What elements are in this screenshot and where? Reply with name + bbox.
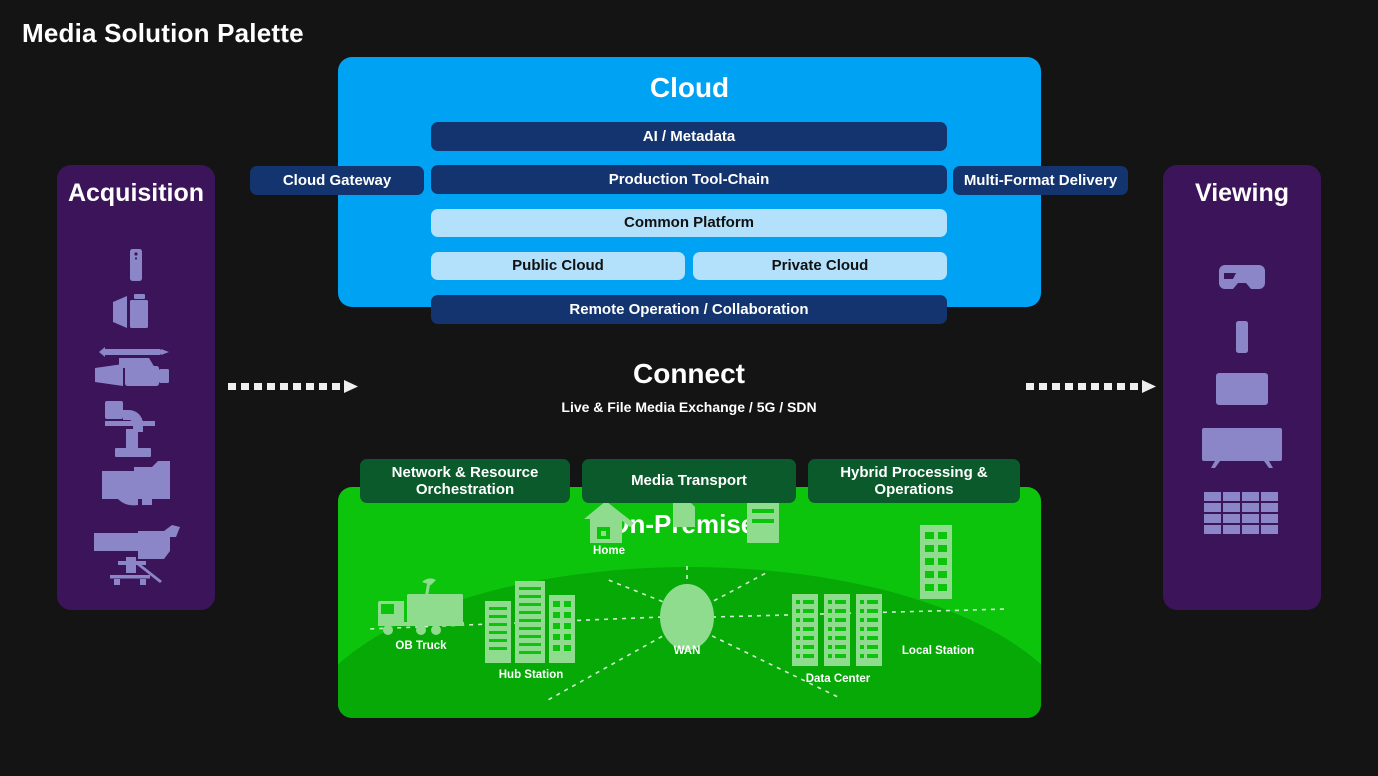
studio-camera-pedestal-icon xyxy=(90,525,182,587)
cloud-bar-label: AI / Metadata xyxy=(642,127,736,145)
dashed-arrow-right-icon-left xyxy=(228,378,358,394)
connect-title: Connect xyxy=(633,358,745,389)
cloud-bar-public-cloud[interactable]: Public Cloud xyxy=(431,252,685,280)
ob-truck-icon xyxy=(374,575,474,642)
cloud-bar-label: Private Cloud xyxy=(771,257,869,275)
node-label-home: Home xyxy=(593,545,625,557)
smartphone-icon xyxy=(1230,320,1254,354)
onprem-tab-label: Media Transport xyxy=(631,472,747,490)
cloud-bar-private-cloud[interactable]: Private Cloud xyxy=(693,252,947,280)
node-label-hub-station: Hub Station xyxy=(498,669,564,681)
onprem-tab-label: Network & Resource Orchestration xyxy=(391,463,539,498)
cloud-gateway-tab[interactable]: Cloud Gateway xyxy=(250,166,424,195)
small-page-icon xyxy=(671,499,697,534)
onprem-tab-network-resource-orchestration[interactable]: Network & Resource Orchestration xyxy=(360,459,570,503)
cloud-bar-label: Public Cloud xyxy=(512,257,604,275)
onpremises-panel[interactable]: On-Premises xyxy=(338,487,1041,718)
acquisition-title: Acquisition xyxy=(67,179,205,207)
home-house-icon xyxy=(578,497,640,552)
hub-station-buildings-icon xyxy=(481,575,581,668)
onprem-tab-label: Hybrid Processing & Operations xyxy=(840,463,988,498)
multi-format-delivery-label: Multi-Format Delivery xyxy=(963,172,1118,189)
node-label-data-center: Data Center xyxy=(805,673,871,685)
cloud-bar-ai-metadata[interactable]: AI / Metadata xyxy=(431,122,947,151)
connect-subtitle: Live & File Media Exchange / 5G / SDN xyxy=(561,399,817,415)
viewing-title: Viewing xyxy=(1194,179,1289,207)
cloud-bar-common-platform[interactable]: Common Platform xyxy=(431,209,947,237)
onprem-tab-hybrid-processing-operations[interactable]: Hybrid Processing & Operations xyxy=(808,459,1020,503)
video-wall-icon xyxy=(1203,491,1281,535)
node-label-ob-truck: OB Truck xyxy=(395,640,447,652)
cloud-bar-production-tool-chain[interactable]: Production Tool-Chain xyxy=(431,165,947,194)
smartphone-camera-icon xyxy=(115,244,157,286)
television-icon xyxy=(1199,427,1285,469)
vr-headset-icon xyxy=(1213,265,1271,297)
dashed-arrow-right-icon-right xyxy=(1026,378,1156,394)
cloud-bar-remote-operation-collaboration[interactable]: Remote Operation / Collaboration xyxy=(431,295,947,324)
cloud-bar-label: Remote Operation / Collaboration xyxy=(569,300,809,318)
page-title: Media Solution Palette xyxy=(22,18,304,48)
node-label-local-station: Local Station xyxy=(901,645,975,657)
onprem-tab-media-transport[interactable]: Media Transport xyxy=(582,459,796,503)
cloud-bar-label: Common Platform xyxy=(623,214,754,232)
cloud-title: Cloud xyxy=(649,72,730,103)
local-station-building-icon xyxy=(916,523,956,606)
compact-camera-icon xyxy=(103,292,165,334)
data-center-racks-icon xyxy=(790,592,886,673)
cloud-bar-label: Production Tool-Chain xyxy=(608,170,770,188)
diagram-canvas: Media Solution Palette Acquisition Viewi… xyxy=(0,0,1378,776)
multi-format-delivery-tab[interactable]: Multi-Format Delivery xyxy=(953,166,1128,195)
cloud-gateway-label: Cloud Gateway xyxy=(282,172,392,189)
shoulder-camera-icon xyxy=(94,461,178,511)
node-label-wan: WAN xyxy=(673,645,701,657)
